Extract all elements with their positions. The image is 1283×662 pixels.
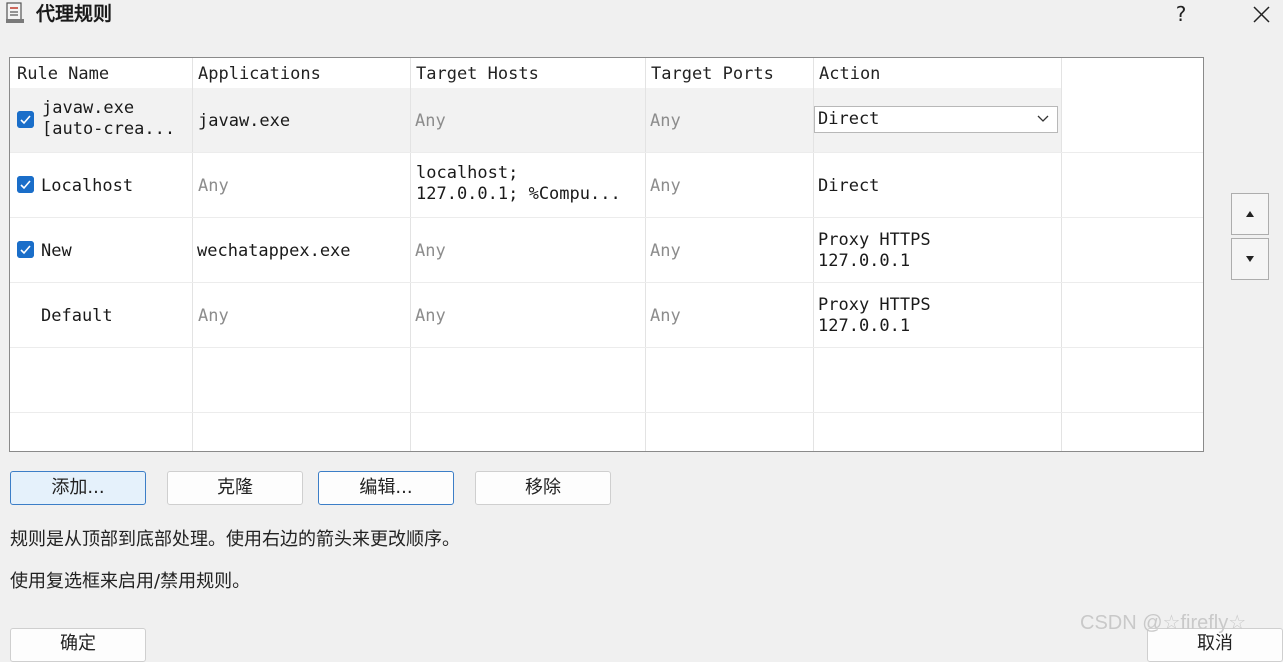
rule-target-hosts: Any	[415, 241, 446, 261]
rule-applications: javaw.exe	[198, 111, 291, 131]
row-divider	[10, 412, 1203, 413]
enabled-checkbox[interactable]	[17, 176, 34, 193]
rule-name: New	[41, 241, 72, 261]
action-dropdown[interactable]: Direct	[814, 106, 1058, 133]
info-text-checkbox: 使用复选框来启用/禁用规则。	[10, 571, 251, 592]
rule-target-ports: Any	[650, 176, 681, 196]
column-header-target-ports[interactable]: Target Ports	[651, 64, 774, 84]
triangle-up-icon	[1246, 211, 1254, 217]
remove-button[interactable]: 移除	[475, 471, 611, 505]
rule-action: Proxy HTTPS	[818, 295, 931, 315]
rule-target-hosts-line2: 127.0.0.1; %Compu...	[416, 184, 621, 204]
row-divider	[10, 347, 1203, 348]
column-header-action[interactable]: Action	[819, 64, 880, 84]
rule-applications: wechatappex.exe	[197, 241, 351, 261]
rule-action: Direct	[818, 176, 880, 196]
title-bar: 代理规则 ?	[0, 0, 1283, 38]
rule-action-line2: 127.0.0.1	[818, 251, 911, 271]
ok-button[interactable]: 确定	[10, 628, 146, 662]
chevron-down-icon	[1037, 115, 1049, 122]
edit-button[interactable]: 编辑...	[318, 471, 454, 505]
rule-action: Proxy HTTPS	[818, 230, 931, 250]
column-divider	[645, 58, 646, 451]
rules-table[interactable]: Rule Name Applications Target Hosts Targ…	[9, 57, 1204, 452]
rule-target-ports: Any	[650, 241, 681, 261]
column-divider	[410, 58, 411, 451]
action-dropdown-value: Direct	[818, 109, 880, 129]
close-icon[interactable]	[1246, 0, 1276, 30]
rule-name: Localhost	[41, 176, 134, 196]
move-up-button[interactable]	[1231, 193, 1269, 235]
column-header-target-hosts[interactable]: Target Hosts	[416, 64, 539, 84]
enabled-checkbox[interactable]	[17, 111, 34, 128]
row-divider	[10, 282, 1203, 283]
row-divider	[10, 152, 1203, 153]
clone-button[interactable]: 克隆	[167, 471, 303, 505]
column-divider	[1061, 58, 1062, 451]
info-text-order: 规则是从顶部到底部处理。使用右边的箭头来更改顺序。	[10, 529, 460, 550]
column-divider	[192, 58, 193, 451]
window-title: 代理规则	[36, 3, 113, 25]
rule-target-hosts: Any	[415, 306, 446, 326]
column-header-applications[interactable]: Applications	[198, 64, 321, 84]
column-header-rule-name[interactable]: Rule Name	[17, 64, 109, 84]
rule-name: Default	[41, 306, 113, 326]
rule-name-line2: [auto-crea...	[42, 119, 176, 139]
watermark-text: CSDN @☆firefly☆	[1080, 612, 1247, 634]
move-down-button[interactable]	[1231, 238, 1269, 280]
rule-target-hosts: localhost;	[416, 163, 519, 183]
triangle-down-icon	[1246, 256, 1254, 262]
rule-target-ports: Any	[650, 306, 681, 326]
add-button[interactable]: 添加...	[10, 471, 146, 505]
rule-target-ports: Any	[650, 111, 681, 131]
rule-name: javaw.exe	[42, 98, 135, 118]
row-divider	[10, 217, 1203, 218]
rule-applications: Any	[198, 306, 229, 326]
rule-applications: Any	[198, 176, 229, 196]
rule-target-hosts: Any	[415, 111, 446, 131]
enabled-checkbox[interactable]	[17, 241, 34, 258]
rule-action-line2: 127.0.0.1	[818, 316, 911, 336]
document-list-icon	[6, 2, 24, 23]
help-button[interactable]: ?	[1166, 0, 1196, 28]
